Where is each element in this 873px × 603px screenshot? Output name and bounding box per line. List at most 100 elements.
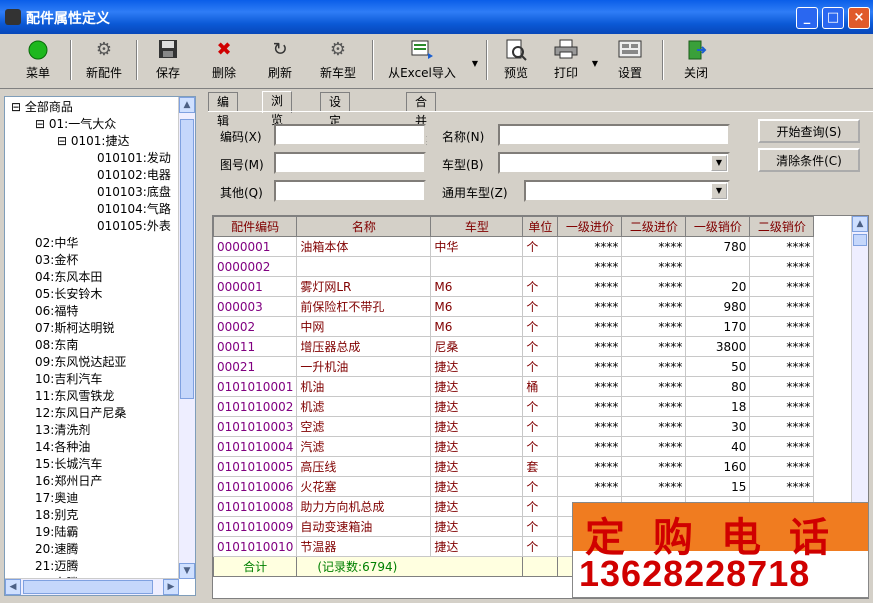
scroll-thumb[interactable]: [180, 119, 194, 399]
print-dropdown[interactable]: ▼: [590, 37, 600, 87]
chevron-down-icon[interactable]: ▼: [711, 155, 727, 171]
refresh-button[interactable]: ↻ 刷新: [256, 37, 304, 87]
tree-node-brand[interactable]: 08:东南: [35, 337, 78, 354]
tree-node-brand[interactable]: 07:斯柯达明锐: [35, 320, 114, 337]
table-cell: 节温器: [296, 536, 432, 557]
table-row[interactable]: 0101010001 机油 捷达桶 **** **** 80 ****: [213, 376, 815, 397]
tab-edit[interactable]: 编辑: [208, 92, 239, 128]
tree-node-brand[interactable]: 21:迈腾: [35, 558, 78, 575]
column-header[interactable]: 单位: [522, 216, 559, 237]
maximize-button[interactable]: □: [822, 7, 844, 29]
column-header[interactable]: 二级进价: [621, 216, 687, 237]
delete-button[interactable]: ✖ 删除: [200, 37, 248, 87]
table-cell: 780: [685, 236, 751, 257]
scroll-up-button[interactable]: ▲: [179, 97, 195, 113]
tree-node-brand[interactable]: 13:清洗剂: [35, 422, 90, 439]
tree-node-brand[interactable]: 05:长安铃木: [35, 286, 102, 303]
tree-node-brand[interactable]: 09:东风悦达起亚: [35, 354, 126, 371]
table-cell: 个: [522, 316, 559, 337]
menu-button[interactable]: 菜单: [14, 37, 62, 87]
minimize-button[interactable]: _: [796, 7, 818, 29]
table-row[interactable]: 0101010004 汽滤 捷达个 **** **** 40 ****: [213, 436, 815, 457]
table-cell: 捷达: [430, 356, 524, 377]
column-header[interactable]: 一级进价: [557, 216, 623, 237]
tree-node-brand[interactable]: 03:金杯: [35, 252, 78, 269]
tree-leaf[interactable]: 010103:底盘: [97, 184, 171, 201]
table-row[interactable]: 000003 前保险杠不带孔 M6 个 **** **** 980 ****: [213, 296, 815, 317]
generic-model-select[interactable]: ▼: [524, 180, 730, 202]
table-cell: 0101010003: [213, 416, 298, 437]
other-label: 其他(Q): [220, 186, 263, 200]
tree-node-brand[interactable]: 02:中华: [35, 235, 78, 252]
model-label: 车型(B): [442, 158, 484, 172]
column-header[interactable]: 二级销价: [749, 216, 815, 237]
table-cell: 捷达: [430, 496, 524, 517]
table-row[interactable]: 0101010002 机滤 捷达个 **** **** 18 ****: [213, 396, 815, 417]
tab-merge-category[interactable]: 合并类别: [406, 92, 437, 166]
tree-node-brand[interactable]: 14:各种油: [35, 439, 90, 456]
table-cell: 桶: [522, 376, 559, 397]
tree-node-brand[interactable]: 11:东风雪铁龙: [35, 388, 114, 405]
name-input[interactable]: [498, 124, 730, 146]
code-input[interactable]: [274, 124, 426, 146]
table-row[interactable]: 0101010006 火花塞 捷达个 **** **** 15 ****: [213, 476, 815, 497]
clear-button[interactable]: 清除条件(C): [758, 148, 860, 172]
drawing-input[interactable]: [274, 152, 426, 174]
tree-node-brand[interactable]: 17:奥迪: [35, 490, 78, 507]
tree-node-brand[interactable]: 19:陆霸: [35, 524, 78, 541]
scroll-down-button[interactable]: ▼: [179, 563, 195, 579]
tab-set-price[interactable]: 设定价格: [320, 92, 351, 166]
excel-import-button[interactable]: 从Excel导入: [376, 37, 468, 87]
tree-node-brand[interactable]: 16:郑州日产: [35, 473, 102, 490]
column-header[interactable]: 配件编码: [213, 216, 298, 237]
tree-leaf[interactable]: 010102:电器: [97, 167, 171, 184]
tree-node-brand[interactable]: 10:吉利汽车: [35, 371, 102, 388]
category-tree[interactable]: ⊟ 全部商品 ⊟ 01:一气大众 ⊟ 0101:捷达 010101:发动 010…: [4, 96, 196, 596]
tree-horizontal-scrollbar[interactable]: ◀ ▶: [5, 578, 179, 595]
tree-leaf[interactable]: 010101:发动: [97, 150, 171, 167]
column-header[interactable]: 名称: [296, 216, 432, 237]
search-button[interactable]: 开始查询(S): [758, 119, 860, 143]
chevron-down-icon[interactable]: ▼: [711, 183, 727, 199]
tree-node-brand[interactable]: 15:长城汽车: [35, 456, 102, 473]
save-button[interactable]: 保存: [144, 37, 192, 87]
scroll-thumb[interactable]: [853, 234, 867, 246]
gear-icon: ⚙: [95, 39, 113, 60]
hscroll-thumb[interactable]: [23, 580, 153, 594]
table-row[interactable]: 0101010003 空滤 捷达个 **** **** 30 ****: [213, 416, 815, 437]
table-row[interactable]: 0000002 **** **** ****: [213, 256, 815, 277]
settings-button[interactable]: 设置: [606, 37, 654, 87]
table-row[interactable]: 00021 一升机油 捷达个 **** **** 50 ****: [213, 356, 815, 377]
column-header[interactable]: 一级销价: [685, 216, 751, 237]
close-button[interactable]: ×: [848, 7, 870, 29]
other-input[interactable]: [274, 180, 426, 202]
tab-browse[interactable]: 浏览: [262, 91, 293, 127]
new-part-button[interactable]: ⚙ 新配件: [78, 37, 130, 87]
tree-leaf[interactable]: 010104:气路: [97, 201, 171, 218]
table-row[interactable]: 0000001 油箱本体 中华个 **** **** 780 ****: [213, 236, 815, 257]
model-select[interactable]: ▼: [498, 152, 730, 174]
tree-node-brand[interactable]: ⊟ 01:一气大众: [35, 116, 116, 133]
scroll-left-button[interactable]: ◀: [5, 579, 21, 595]
tree-node-model[interactable]: ⊟ 0101:捷达: [57, 133, 129, 150]
tree-node-brand[interactable]: 12:东风日产尼桑: [35, 405, 126, 422]
tree-node-brand[interactable]: 20:速腾: [35, 541, 78, 558]
close-toolbar-button[interactable]: 关闭: [672, 37, 720, 87]
scroll-right-button[interactable]: ▶: [163, 579, 179, 595]
column-header[interactable]: 车型: [430, 216, 524, 237]
scroll-up-button[interactable]: ▲: [852, 216, 868, 232]
tree-vertical-scrollbar[interactable]: ▲ ▼: [178, 97, 195, 579]
print-button[interactable]: 打印: [544, 37, 588, 87]
tree-leaf[interactable]: 010105:外表: [97, 218, 171, 235]
tree-node-brand[interactable]: 06:福特: [35, 303, 78, 320]
table-row[interactable]: 00011 增压器总成 尼桑个 **** **** 3800 ****: [213, 336, 815, 357]
new-model-button[interactable]: ⚙ 新车型: [310, 37, 366, 87]
table-row[interactable]: 000001 雾灯网LR M6 个 **** **** 20 ****: [213, 276, 815, 297]
tree-root[interactable]: ⊟ 全部商品: [11, 99, 73, 116]
tree-node-brand[interactable]: 04:东风本田: [35, 269, 102, 286]
table-row[interactable]: 0101010005 高压线 捷达套 **** **** 160 ****: [213, 456, 815, 477]
excel-import-dropdown[interactable]: ▼: [470, 37, 480, 87]
tree-node-brand[interactable]: 18:别克: [35, 507, 78, 524]
preview-button[interactable]: 预览: [494, 37, 538, 87]
table-row[interactable]: 00002 中网 M6 个 **** **** 170 ****: [213, 316, 815, 337]
